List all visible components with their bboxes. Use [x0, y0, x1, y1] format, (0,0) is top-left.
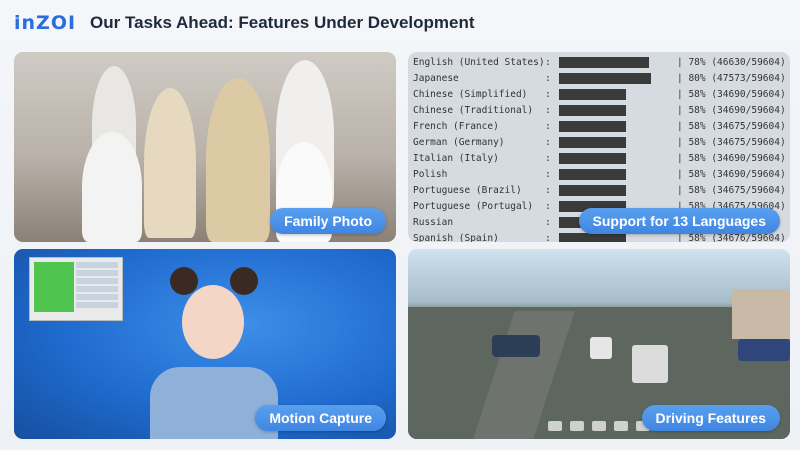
languages-caption: Support for 13 Languages [578, 208, 780, 234]
language-progress-bar [559, 87, 677, 103]
language-progress-fill [559, 89, 626, 100]
language-percentage: 58% (34675/59604) [688, 137, 786, 148]
motion-capture-caption: Motion Capture [255, 405, 386, 431]
language-progress-fill [559, 121, 626, 132]
language-separator: : [545, 57, 551, 68]
car [632, 345, 668, 383]
language-separator: : [545, 137, 551, 148]
language-progress-fill [559, 105, 626, 116]
language-pipe: | [677, 153, 689, 164]
family-member [82, 132, 142, 242]
language-separator: : [545, 105, 551, 116]
house [732, 289, 790, 339]
language-row: Italian (Italy): | 58% (34690/59604) [413, 151, 786, 167]
language-name: Russian [413, 217, 454, 228]
language-pipe: | [677, 105, 689, 116]
car [590, 337, 612, 359]
language-name: Polish [413, 169, 448, 180]
language-row: Chinese (Simplified): | 58% (34690/59604) [413, 87, 786, 103]
language-name: French (France) [413, 121, 499, 132]
language-progress-fill [559, 73, 651, 84]
language-separator: : [545, 153, 551, 164]
language-pipe: | [677, 89, 689, 100]
language-name: Spanish (Spain) [413, 233, 499, 242]
language-separator: : [545, 73, 551, 84]
language-percentage: 58% (34675/59604) [688, 121, 786, 132]
language-progress-bar [559, 71, 677, 87]
language-name: German (Germany) [413, 137, 505, 148]
language-name: Chinese (Traditional) [413, 105, 534, 116]
language-name: Chinese (Simplified) [413, 89, 528, 100]
header: inZOI Our Tasks Ahead: Features Under De… [14, 8, 475, 38]
car [492, 335, 540, 357]
car [738, 339, 790, 361]
language-name: Japanese [413, 73, 459, 84]
language-progress-fill [559, 233, 626, 242]
language-pipe: | [677, 121, 689, 132]
language-progress-bar [559, 183, 677, 199]
language-progress-bar [559, 135, 677, 151]
language-percentage: 58% (34690/59604) [688, 89, 786, 100]
language-row: Polish: | 58% (34690/59604) [413, 167, 786, 183]
language-name: English (United States) [413, 57, 545, 68]
language-pipe: | [677, 137, 689, 148]
language-row: German (Germany): | 58% (34675/59604) [413, 135, 786, 151]
language-separator: : [545, 121, 551, 132]
family-member [206, 78, 270, 242]
language-progress-fill [559, 185, 626, 196]
mocap-green-screen [34, 262, 74, 312]
language-row: Japanese: | 80% (47573/59604) [413, 71, 786, 87]
driving-panel: Driving Features [408, 249, 790, 439]
language-pipe: | [677, 185, 689, 196]
family-member [144, 88, 196, 238]
language-percentage: 78% (46630/59604) [688, 57, 786, 68]
language-progress-bar [559, 55, 677, 71]
language-progress-fill [559, 57, 649, 68]
page-title: Our Tasks Ahead: Features Under Developm… [90, 13, 475, 32]
language-progress-bar [559, 119, 677, 135]
language-separator: : [545, 201, 551, 212]
language-pipe: | [677, 73, 689, 84]
languages-panel: English (United States): | 78% (46630/596… [408, 52, 790, 242]
language-percentage: 58% (34690/59604) [688, 153, 786, 164]
language-row: Chinese (Traditional): | 58% (34690/59604… [413, 103, 786, 119]
language-progress-bar [559, 167, 677, 183]
language-pipe: | [677, 169, 689, 180]
language-row: French (France): | 58% (34675/59604) [413, 119, 786, 135]
inzoi-logo: inZOI [14, 12, 77, 34]
language-percentage: 58% (34690/59604) [688, 105, 786, 116]
language-name: Italian (Italy) [413, 153, 499, 164]
language-progress-fill [559, 153, 626, 164]
language-separator: : [545, 185, 551, 196]
language-progress-fill [559, 137, 626, 148]
language-progress-fill [559, 169, 626, 180]
language-name: Portuguese (Brazil) [413, 185, 522, 196]
mocap-preview-inset [29, 257, 123, 321]
language-name: Portuguese (Portugal) [413, 201, 534, 212]
family-photo-panel: Family Photo [14, 52, 396, 242]
family-photo-caption: Family Photo [270, 208, 386, 234]
language-separator: : [545, 89, 551, 100]
language-progress-bar [559, 151, 677, 167]
language-row: Portuguese (Brazil): | 58% (34675/59604) [413, 183, 786, 199]
language-row: English (United States): | 78% (46630/596… [413, 55, 786, 71]
language-percentage: 58% (34675/59604) [688, 185, 786, 196]
driving-caption: Driving Features [641, 405, 780, 431]
motion-capture-panel: Motion Capture [14, 249, 396, 439]
language-separator: : [545, 169, 551, 180]
language-progress-bar [559, 103, 677, 119]
mocap-settings-list [76, 262, 118, 310]
language-pipe: | [677, 57, 689, 68]
language-pipe: | [677, 233, 689, 242]
language-separator: : [545, 233, 551, 242]
language-percentage: 58% (34690/59604) [688, 169, 786, 180]
language-separator: : [545, 217, 551, 228]
language-percentage: 80% (47573/59604) [688, 73, 786, 84]
